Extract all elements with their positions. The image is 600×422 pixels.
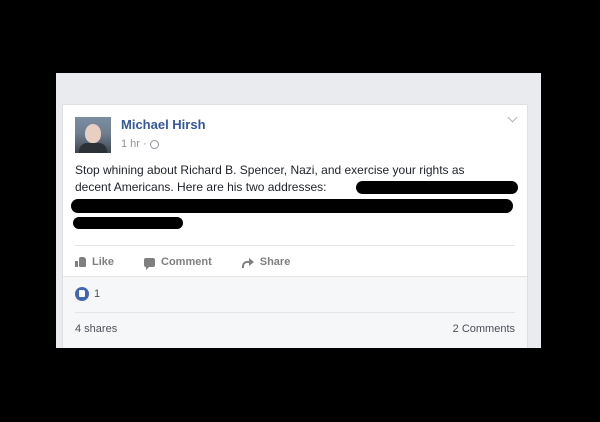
globe-icon [149,139,159,149]
comment-icon [144,257,156,270]
post-card: Michael Hirsh 1 hr · Stop whining about … [62,104,528,348]
comment-label: Comment [161,256,212,268]
author-name[interactable]: Michael Hirsh [121,117,206,132]
meta-separator: · [142,138,147,150]
actions-divider [75,245,515,246]
thumbs-up-icon [75,257,86,267]
screenshot-frame: Michael Hirsh 1 hr · Stop whining about … [56,73,541,348]
chevron-down-icon[interactable] [507,113,517,123]
like-reaction-icon [75,287,89,301]
comments-link[interactable]: 2 Comments [453,323,515,335]
redaction-bar-3 [73,217,183,229]
post-meta: 1 hr · [121,138,159,150]
redaction-bar-1 [356,181,518,194]
footer-divider [75,312,515,313]
post-footer: 1 4 shares 2 Comments [63,276,527,348]
shares-link[interactable]: 4 shares [75,323,117,335]
action-bar: Like Comment Share [75,250,320,274]
avatar-head [85,124,101,143]
post-time[interactable]: 1 hr [121,138,140,150]
share-button[interactable]: Share [241,256,291,268]
reactions-count: 1 [94,288,101,300]
reactions-summary[interactable]: 1 [75,287,100,301]
author-avatar[interactable] [75,117,111,153]
share-label: Share [259,256,291,268]
redaction-bar-2 [71,199,513,213]
like-label: Like [92,256,115,268]
share-icon [241,257,254,268]
avatar-body [79,143,107,153]
post-text-line-1: Stop whining about Richard B. Spencer, N… [75,163,465,177]
like-button[interactable]: Like [75,256,114,268]
comment-button[interactable]: Comment [144,256,212,270]
